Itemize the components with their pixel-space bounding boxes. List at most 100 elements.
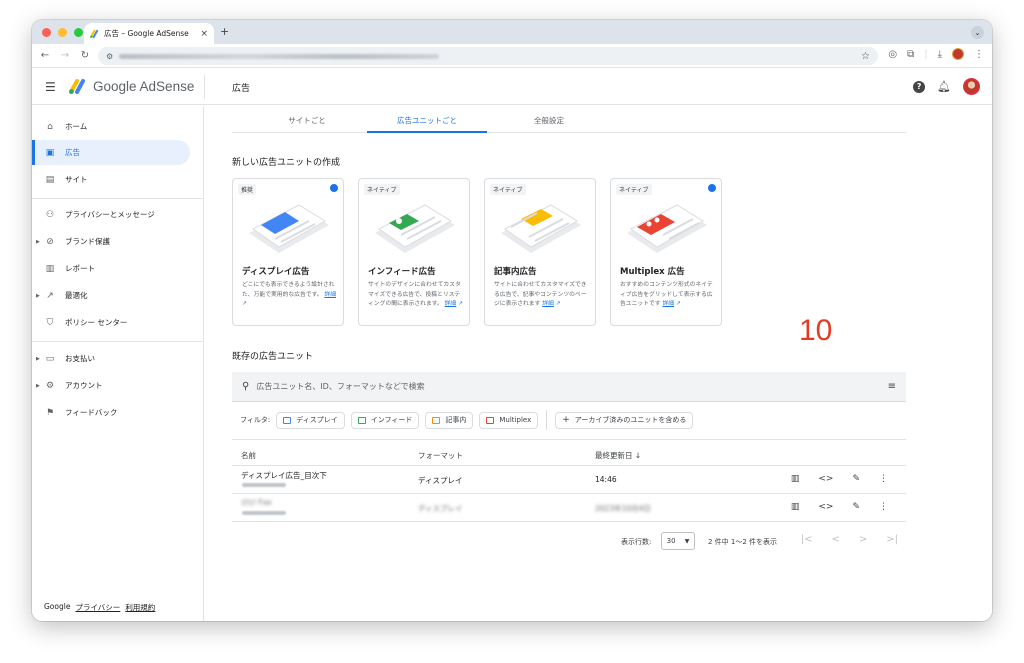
sidebar-item-optimization[interactable]: ▶ ↗ 最適化 xyxy=(32,283,190,308)
learn-more-link[interactable]: 詳細 xyxy=(445,301,457,307)
brand-name: Google AdSense xyxy=(93,79,195,94)
sidebar-item-label: ポリシー センター xyxy=(65,318,128,327)
infeed-ad-card[interactable]: ネイティブ インフィード広告 サイトのデザインに合わせてカスタマイズできる広告で… xyxy=(358,178,470,326)
tab-by-ad-unit[interactable]: 広告ユニットごと xyxy=(367,115,487,126)
column-last-updated[interactable]: 最終更新日 ↓ xyxy=(595,450,641,461)
ads-icon: ▣ xyxy=(45,147,55,158)
table-row[interactable]: ｽｸｴｱ Fxx ディスプレイ 2023年10月4日 ▥ <> ✎ ⋮ xyxy=(232,494,906,522)
ad-unit-name[interactable]: ｽｸｴｱ Fxx xyxy=(241,497,272,508)
browser-menu-icon[interactable]: ⋮ xyxy=(974,49,984,60)
edit-pencil-icon[interactable]: ✎ xyxy=(852,474,860,484)
table-row[interactable]: ディスプレイ広告_目次下 ディスプレイ 14:46 ▥ <> ✎ ⋮ xyxy=(232,466,906,494)
privacy-link[interactable]: プライバシー xyxy=(75,602,120,613)
sidebar-item-sites[interactable]: ▤ サイト xyxy=(32,167,190,192)
filter-chip-in-article[interactable]: 記事内 xyxy=(425,411,474,429)
edit-pencil-icon[interactable]: ✎ xyxy=(852,502,860,512)
back-icon[interactable]: ← xyxy=(38,50,52,61)
multiplex-ad-card[interactable]: ネイティブ Multiplex 広告 おすすめのコンテンツ形式のネイティブ広告を… xyxy=(610,178,722,326)
sidebar-item-label: レポート xyxy=(65,264,95,273)
infeed-ad-illustration-icon xyxy=(375,204,455,253)
external-link-icon: ↗ xyxy=(458,301,463,307)
site-info-icon[interactable]: ⚙ xyxy=(106,52,113,61)
display-ad-card[interactable]: 推奨 ディスプレイ広告 どこにでも表示できるよう設計された、万能で実用的な広告で… xyxy=(232,178,344,326)
gear-icon: ⚙ xyxy=(45,380,55,391)
download-icon[interactable]: ⤓ xyxy=(938,49,942,60)
hamburger-menu-icon[interactable]: ☰ xyxy=(45,80,56,94)
sidebar-item-feedback[interactable]: ⚑ フィードバック xyxy=(32,400,190,425)
more-vert-icon[interactable]: ⋮ xyxy=(879,474,888,484)
sidebar-item-payments[interactable]: ▶ ▭ お支払い xyxy=(32,346,190,371)
report-chart-icon[interactable]: ▥ xyxy=(791,502,800,512)
first-page-icon[interactable]: |< xyxy=(801,534,813,545)
reload-icon[interactable]: ↻ xyxy=(78,50,92,61)
sidebar-item-ads[interactable]: ▣ 広告 xyxy=(32,140,190,165)
sidebar-item-home[interactable]: ⌂ ホーム xyxy=(32,114,190,139)
ad-unit-search[interactable]: ⚲ 広告ユニット名、ID、フォーマットなどで検索 ≡ xyxy=(232,372,906,402)
toolbar-divider: | xyxy=(924,48,928,60)
filter-chip-multiplex[interactable]: Multiplex xyxy=(479,411,539,429)
filter-chip-display[interactable]: ディスプレイ xyxy=(276,411,345,429)
ad-unit-id-blurred xyxy=(242,483,286,487)
ad-unit-updated: 14:46 xyxy=(595,475,617,484)
close-window-button[interactable] xyxy=(42,28,51,37)
account-avatar[interactable] xyxy=(963,78,980,95)
code-icon[interactable]: <> xyxy=(818,502,833,512)
sidebar-item-brand-protection[interactable]: ▶ ⊘ ブランド保護 xyxy=(32,229,190,254)
minimize-window-button[interactable] xyxy=(58,28,67,37)
zoom-window-button[interactable] xyxy=(74,28,83,37)
privacy-icon: ⚇ xyxy=(45,209,55,220)
notifications-bell-icon[interactable]: 🔔︎ xyxy=(937,80,951,93)
code-icon[interactable]: <> xyxy=(818,474,833,484)
card-title: ディスプレイ広告 xyxy=(242,267,310,277)
in-article-ad-card[interactable]: ネイティブ 記事内広告 サイトに合わせてカスタマイズできる広告で、記事やコンテン… xyxy=(484,178,596,326)
help-icon[interactable]: ? xyxy=(913,80,926,93)
multiplex-format-icon xyxy=(486,416,495,424)
profile-avatar[interactable] xyxy=(952,48,964,60)
more-vert-icon[interactable]: ⋮ xyxy=(879,502,888,512)
extension-icon[interactable]: ◎ xyxy=(888,49,897,60)
column-name[interactable]: 名前 xyxy=(241,450,256,461)
card-title: 記事内広告 xyxy=(494,267,537,277)
block-icon: ⊘ xyxy=(46,236,54,247)
tab-by-site[interactable]: サイトごと xyxy=(247,115,367,126)
toolbar-actions: ◎ ⧉ | ⤓ ⋮ xyxy=(888,48,984,60)
filter-chip-infeed[interactable]: インフィード xyxy=(350,411,420,429)
sidebar-item-account[interactable]: ▶ ⚙ アカウント xyxy=(32,373,190,398)
include-archived-chip[interactable]: + アーカイブ済みのユニットを含める xyxy=(555,411,694,429)
sidebar-item-reports[interactable]: ▥ レポート xyxy=(32,256,190,281)
sidebar-item-privacy[interactable]: ⚇ プライバシーとメッセージ xyxy=(32,202,190,227)
learn-more-link[interactable]: 詳細 xyxy=(324,292,336,298)
terms-link[interactable]: 利用規約 xyxy=(125,602,155,613)
tab-search-icon[interactable]: ⌄ xyxy=(971,26,984,39)
bookmark-star-icon[interactable]: ☆ xyxy=(861,51,870,62)
forward-icon[interactable]: → xyxy=(58,50,72,61)
last-page-icon[interactable]: >| xyxy=(886,534,898,545)
rows-per-page-label: 表示行数: xyxy=(621,538,652,546)
report-chart-icon[interactable]: ▥ xyxy=(791,474,800,484)
tab-global-settings[interactable]: 全般設定 xyxy=(489,115,609,126)
filter-list-icon[interactable]: ≡ xyxy=(888,381,896,392)
tab-close-icon[interactable]: × xyxy=(200,29,208,39)
puzzle-extensions-icon[interactable]: ⧉ xyxy=(907,49,914,60)
expand-caret-icon: ▶ xyxy=(36,382,40,389)
rows-per-page-select[interactable]: 30 ▼ xyxy=(661,532,695,550)
next-page-icon[interactable]: > xyxy=(859,534,867,545)
sidebar-item-label: アカウント xyxy=(65,381,103,390)
prev-page-icon[interactable]: < xyxy=(831,534,839,545)
filter-bar: フィルタ: ディスプレイ インフィード 記事内 Multiplex + アーカイ… xyxy=(232,410,694,430)
learn-more-link[interactable]: 詳細 xyxy=(542,301,554,307)
column-format[interactable]: フォーマット xyxy=(418,450,463,461)
address-bar[interactable]: ⚙ ☆ xyxy=(98,47,878,65)
learn-more-link[interactable]: 詳細 xyxy=(662,301,674,307)
expand-caret-icon: ▶ xyxy=(36,355,40,362)
rows-per-page-value: 30 xyxy=(666,537,676,545)
sidebar-divider xyxy=(32,198,204,199)
sidebar-item-policy-center[interactable]: ⛉ ポリシー センター xyxy=(32,310,190,335)
info-icon xyxy=(708,184,716,192)
page-range: 2 件中 1〜2 件を表示 xyxy=(708,538,778,546)
adsense-logo[interactable]: Google AdSense xyxy=(68,78,194,95)
browser-tab[interactable]: 広告 – Google AdSense × xyxy=(84,23,214,44)
ad-unit-name[interactable]: ディスプレイ広告_目次下 xyxy=(241,470,327,481)
new-tab-button[interactable]: + xyxy=(220,25,229,38)
filter-divider xyxy=(546,410,548,430)
